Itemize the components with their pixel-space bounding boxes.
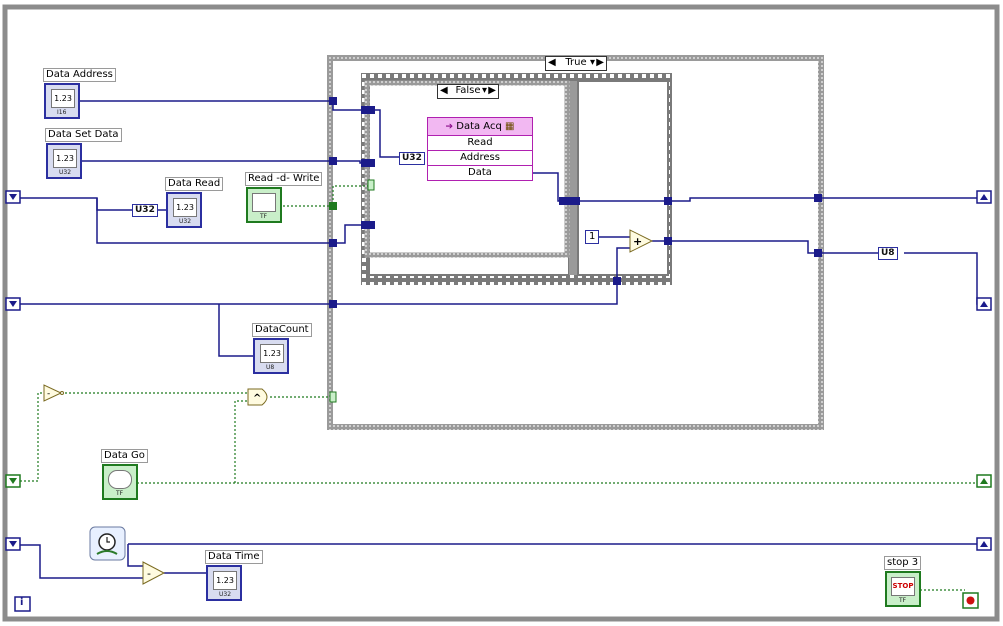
- data-address-control[interactable]: 1.23 I16: [44, 83, 80, 119]
- stop-button-face: STOP: [891, 577, 915, 596]
- toggle-switch-icon: [252, 193, 276, 212]
- tunnel: [329, 157, 337, 165]
- stop-button-control[interactable]: STOP TF: [885, 571, 921, 607]
- wire-time-down: [127, 544, 143, 567]
- sequence-frame-2-interior[interactable]: [577, 80, 669, 276]
- led-icon: [108, 470, 132, 489]
- read-write-control[interactable]: TF: [246, 187, 282, 223]
- and-function-symbol: ^: [253, 393, 261, 404]
- wire-datago-and: [234, 400, 248, 483]
- data-count-display: 1.23: [260, 344, 284, 363]
- case-selector-prev-icon[interactable]: ◀: [548, 57, 556, 69]
- inner-case-selector[interactable]: ◀ False ▾ ▶: [437, 84, 499, 99]
- wire-data-address: [80, 100, 368, 111]
- data-go-type: TF: [116, 490, 124, 497]
- data-go-label: Data Go: [101, 449, 148, 463]
- wire-data-set-data: [82, 160, 368, 164]
- tunnel: [329, 300, 337, 308]
- case-selector[interactable]: ◀ True ▾ ▶: [545, 56, 607, 71]
- data-count-indicator[interactable]: 1.23 U8: [253, 338, 289, 374]
- data-address-label: Data Address: [43, 68, 116, 82]
- read-write-label: Read -d- Write: [245, 172, 323, 186]
- u32-conversion-node[interactable]: U32: [132, 204, 158, 217]
- data-set-data-control[interactable]: 1.23 U32: [46, 143, 82, 179]
- data-time-display: 1.23: [213, 571, 237, 590]
- data-time-type: U32: [219, 591, 232, 598]
- block-diagram: + - ^ - ◀ True ▾ ▶ ◀ False ▾ ▶ ➔ Data Ac…: [0, 0, 1003, 626]
- data-set-data-label: Data Set Data: [45, 128, 122, 142]
- wire-datacount: [218, 304, 255, 357]
- data-go-control[interactable]: TF: [102, 464, 138, 500]
- data-address-type: I16: [57, 109, 67, 116]
- data-acq-row-address[interactable]: Address: [428, 151, 532, 166]
- data-address-display: 1.23: [51, 89, 75, 108]
- chevron-down-icon[interactable]: ▾: [590, 57, 595, 69]
- data-set-data-type: U32: [59, 169, 72, 176]
- tunnel: [814, 249, 822, 257]
- tunnel: [559, 197, 573, 205]
- wiring-canvas: + - ^ -: [2, 4, 1000, 622]
- u8-conversion-node[interactable]: U8: [878, 247, 898, 260]
- stop-type: TF: [899, 597, 907, 604]
- data-time-indicator[interactable]: 1.23 U32: [206, 565, 242, 601]
- wire-not-in: [20, 392, 44, 482]
- tunnel: [664, 197, 672, 205]
- inner-case-selector-terminal: [367, 179, 375, 191]
- not-bubble: [60, 391, 64, 395]
- data-read-label: Data Read: [165, 177, 224, 191]
- chevron-down-icon[interactable]: ▾: [482, 85, 487, 97]
- stop-label: stop 3: [884, 556, 922, 570]
- stop-icon: [966, 596, 975, 605]
- wire-shift-left-1: [20, 197, 132, 211]
- tunnel: [814, 194, 822, 202]
- data-acq-title: Data Acq: [456, 121, 502, 132]
- sequence-frame-divider: [569, 81, 578, 275]
- data-read-display: 1.23: [173, 198, 197, 217]
- data-acq-property-node[interactable]: ➔ Data Acq ▦ Read Address Data: [427, 117, 533, 181]
- tunnel: [361, 159, 375, 167]
- data-count-label: DataCount: [252, 323, 312, 337]
- case-selector-value: True: [565, 57, 587, 68]
- tunnel: [613, 277, 621, 285]
- inner-case-selector-value: False: [455, 85, 481, 96]
- tunnel: [329, 239, 337, 247]
- tunnel: [361, 106, 375, 114]
- data-set-data-display: 1.23: [53, 149, 77, 168]
- data-acq-row-read[interactable]: Read: [428, 136, 532, 151]
- tunnel: [329, 97, 337, 105]
- iteration-terminal-label: i: [20, 597, 24, 608]
- subtract-function-symbol: -: [147, 567, 151, 580]
- u32-conversion-node-inner[interactable]: U32: [399, 152, 425, 165]
- inner-selector-prev-icon[interactable]: ◀: [440, 85, 448, 97]
- data-time-label: Data Time: [205, 550, 263, 564]
- data-count-type: U8: [266, 364, 275, 371]
- data-acq-header: ➔ Data Acq ▦: [428, 118, 532, 136]
- arrow-right-icon: ➔: [445, 122, 454, 132]
- data-acq-row-data[interactable]: Data: [428, 166, 532, 180]
- add-function-symbol: +: [633, 235, 642, 248]
- grid-icon: ▦: [505, 121, 515, 132]
- wire-u8-out: [904, 252, 984, 305]
- not-function-symbol: -: [47, 389, 50, 399]
- data-read-type: U32: [179, 218, 192, 225]
- numeric-constant-one[interactable]: 1: [585, 230, 600, 244]
- tunnel: [572, 197, 580, 205]
- tunnel: [361, 221, 375, 229]
- data-read-indicator[interactable]: 1.23 U32: [166, 192, 202, 228]
- case-selector-next-icon[interactable]: ▶: [596, 57, 604, 69]
- tunnel: [664, 237, 672, 245]
- case-selector-terminal: [329, 391, 337, 403]
- inner-selector-next-icon[interactable]: ▶: [488, 85, 496, 97]
- tunnel-boolean: [329, 202, 337, 210]
- read-write-type: TF: [260, 213, 268, 220]
